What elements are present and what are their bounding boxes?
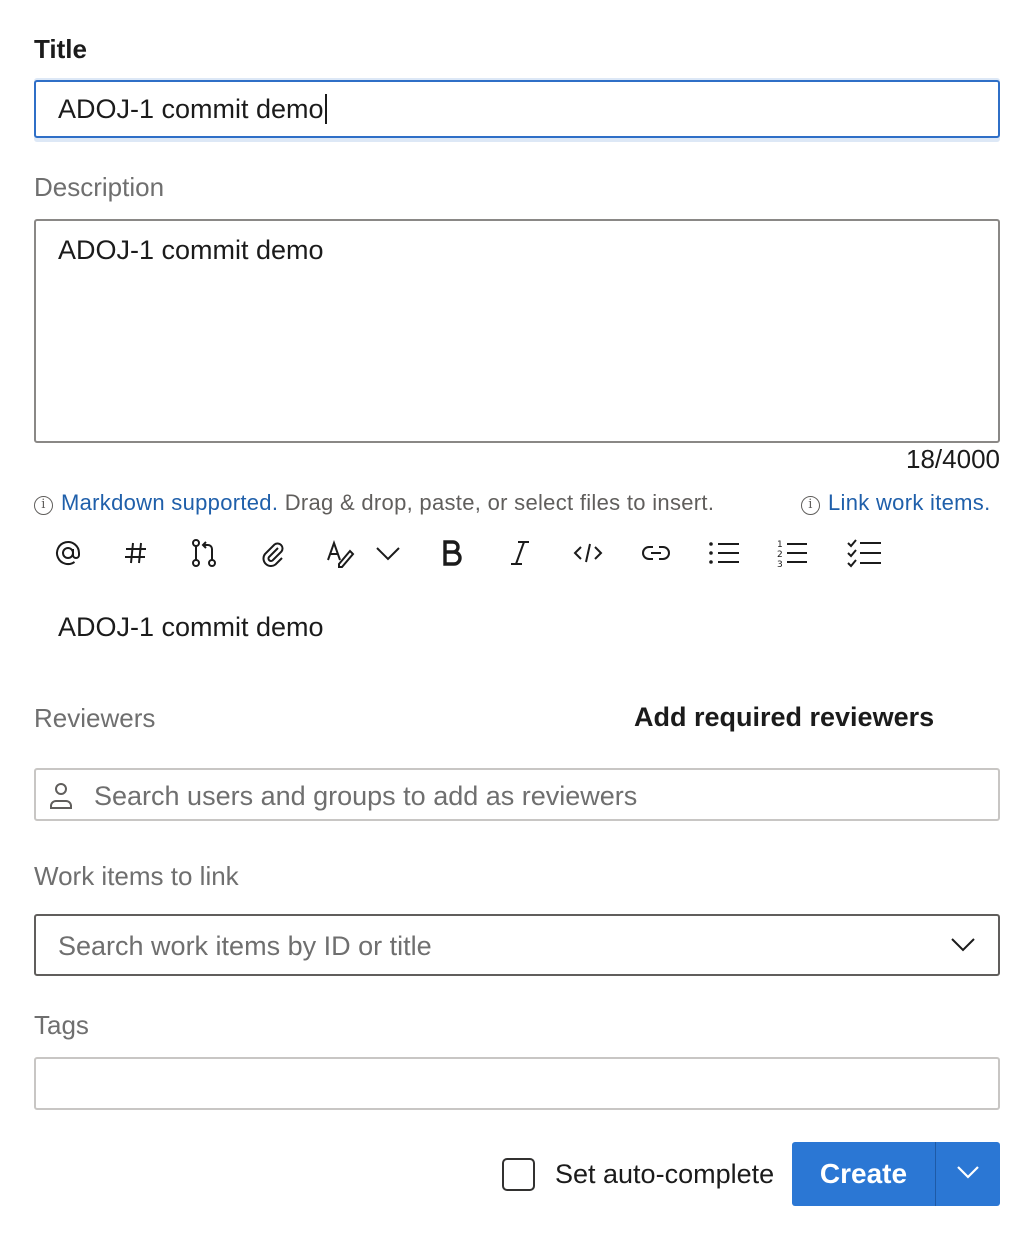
pull-request-icon[interactable]	[182, 532, 226, 574]
work-items-placeholder: Search work items by ID or title	[58, 931, 432, 961]
markdown-supported-link[interactable]: Markdown supported.	[61, 490, 278, 515]
text-caret	[324, 93, 327, 124]
format-text-icon[interactable]	[318, 532, 362, 574]
formatting-toolbar: 123	[46, 532, 906, 574]
bulleted-list-icon[interactable]	[702, 532, 746, 574]
svg-text:2: 2	[777, 550, 783, 560]
svg-text:3: 3	[777, 560, 783, 568]
checklist-icon[interactable]	[842, 532, 886, 574]
tags-label: Tags	[34, 1010, 89, 1040]
title-field-focus-ring: ADOJ-1 commit demo	[34, 78, 1000, 142]
hash-icon[interactable]	[114, 532, 158, 574]
bold-icon[interactable]	[430, 532, 474, 574]
title-input[interactable]: ADOJ-1 commit demo	[34, 80, 1000, 138]
description-textarea[interactable]: ADOJ-1 commit demo	[34, 219, 1000, 443]
create-options-button[interactable]	[935, 1142, 1000, 1206]
person-icon	[48, 781, 74, 816]
link-work-items-hint: i Link work items.	[801, 490, 991, 516]
auto-complete-label[interactable]: Set auto-complete	[555, 1159, 774, 1190]
description-value: ADOJ-1 commit demo	[58, 235, 324, 265]
description-preview: ADOJ-1 commit demo	[58, 612, 324, 642]
title-input-value: ADOJ-1 commit demo	[58, 94, 324, 124]
svg-text:1: 1	[777, 540, 783, 550]
reviewers-search-placeholder: Search users and groups to add as review…	[94, 781, 638, 811]
code-icon[interactable]	[566, 532, 610, 574]
link-work-items-link[interactable]: Link work items.	[828, 490, 991, 515]
italic-icon[interactable]	[498, 532, 542, 574]
chevron-down-icon[interactable]	[366, 532, 410, 574]
character-counter: 18/4000	[906, 444, 1000, 474]
drag-drop-hint: Drag & drop, paste, or select files to i…	[284, 490, 715, 515]
chevron-down-icon	[956, 1165, 980, 1184]
chevron-down-icon	[950, 936, 976, 957]
info-icon: i	[801, 496, 820, 515]
reviewers-label: Reviewers	[34, 703, 156, 733]
add-required-reviewers-button[interactable]: Add required reviewers	[634, 702, 934, 733]
reviewers-search-input[interactable]: Search users and groups to add as review…	[34, 768, 1000, 821]
info-icon: i	[34, 496, 53, 515]
auto-complete-checkbox[interactable]	[502, 1158, 535, 1191]
work-items-dropdown[interactable]: Search work items by ID or title	[34, 914, 1000, 976]
link-icon[interactable]	[634, 532, 678, 574]
markdown-hint: i Markdown supported. Drag & drop, paste,…	[34, 490, 714, 516]
description-label: Description	[34, 172, 165, 202]
tags-input[interactable]	[34, 1057, 1000, 1110]
title-label: Title	[34, 34, 87, 64]
numbered-list-icon[interactable]: 123	[770, 532, 814, 574]
create-button[interactable]: Create	[792, 1142, 935, 1206]
work-items-label: Work items to link	[34, 861, 239, 891]
attach-icon[interactable]	[250, 532, 294, 574]
mention-icon[interactable]	[46, 532, 90, 574]
